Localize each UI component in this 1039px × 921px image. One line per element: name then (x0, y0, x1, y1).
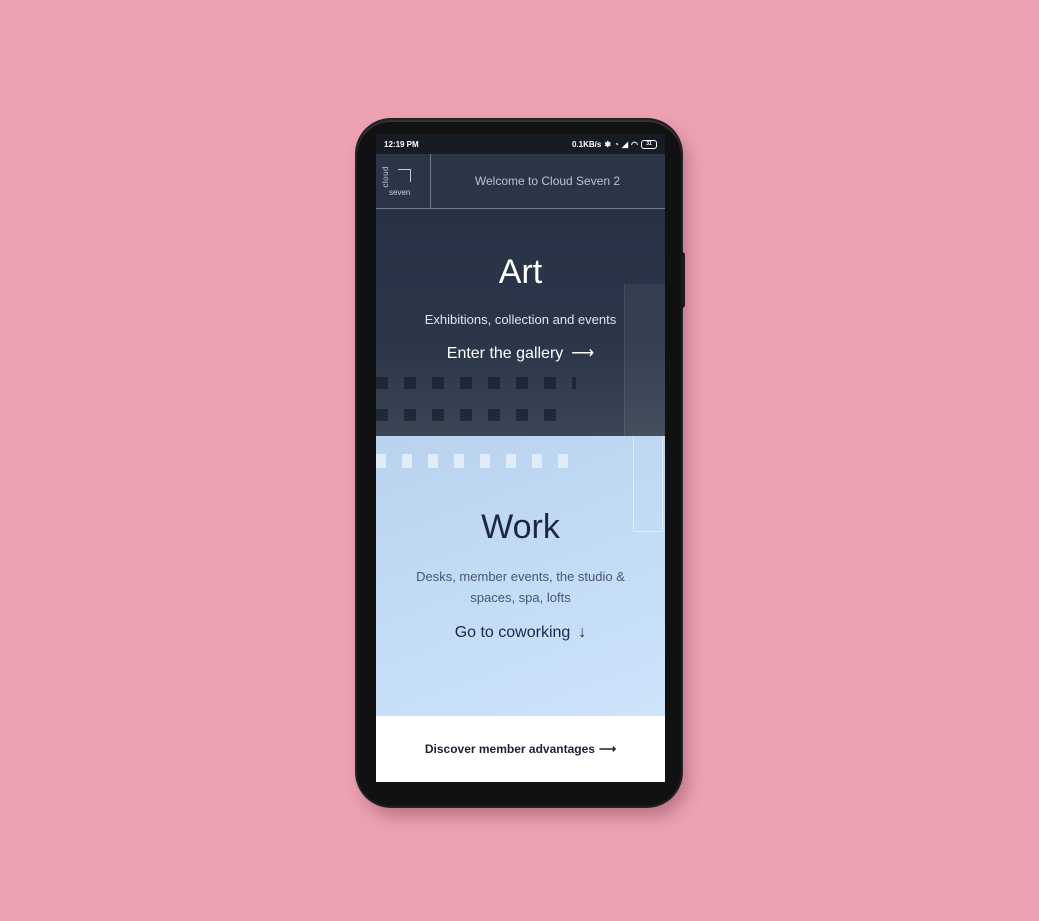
work-title: Work (481, 508, 560, 546)
logo-text-bottom: seven (389, 188, 411, 197)
logo-mark-icon (398, 169, 411, 182)
arrow-right-icon: ⟶ (571, 345, 595, 362)
bluetooth-icon: ✱ (604, 139, 612, 149)
arrow-right-icon: ⟶ (598, 742, 617, 756)
member-advantages-link[interactable]: Discover member advantages (425, 742, 595, 756)
art-subtitle: Exhibitions, collection and events (424, 312, 617, 327)
status-bar: 12:19 PM 0.1KB/s ✱ ◔ ◢ ◠ 31 (376, 134, 665, 154)
art-title: Art (498, 253, 543, 291)
logo-text-top: cloud (381, 166, 390, 188)
status-icons: 0.1KB/s ✱ ◔ ◢ ◠ 31 (571, 139, 657, 149)
art-background-image (376, 377, 576, 389)
go-to-coworking-label: Go to coworking (454, 624, 571, 641)
signal-icon: ◢ (621, 139, 629, 149)
arrow-down-icon: ↓ (578, 624, 587, 641)
work-section[interactable]: Work Desks, member events, the studio & … (376, 436, 665, 716)
work-background-image (376, 454, 576, 468)
status-time: 12:19 PM (384, 139, 419, 149)
welcome-text: Welcome to Cloud Seven 2 (474, 174, 621, 188)
phone-side-button (681, 252, 685, 308)
enter-gallery-label: Enter the gallery (446, 345, 564, 362)
member-advantages-bar[interactable]: Discover member advantages ⟶ (376, 716, 665, 782)
site-header: cloud seven Welcome to Cloud Seven 2 (376, 154, 665, 209)
wifi-icon: ◠ (631, 139, 638, 149)
art-section[interactable]: Art Exhibitions, collection and events E… (376, 209, 665, 436)
battery-icon: 31 (641, 139, 657, 149)
cloud-seven-logo[interactable]: cloud seven (376, 154, 431, 208)
alarm-icon: ◔ (614, 139, 619, 149)
enter-gallery-link[interactable]: Enter the gallery ⟶ (376, 343, 665, 363)
art-background-image (376, 409, 556, 421)
go-to-coworking-link[interactable]: Go to coworking ↓ (376, 624, 665, 642)
network-speed: 0.1KB/s (571, 139, 602, 149)
phone-screen: 12:19 PM 0.1KB/s ✱ ◔ ◢ ◠ 31 cloud seven … (376, 134, 665, 782)
work-subtitle: Desks, member events, the studio & space… (416, 569, 625, 605)
